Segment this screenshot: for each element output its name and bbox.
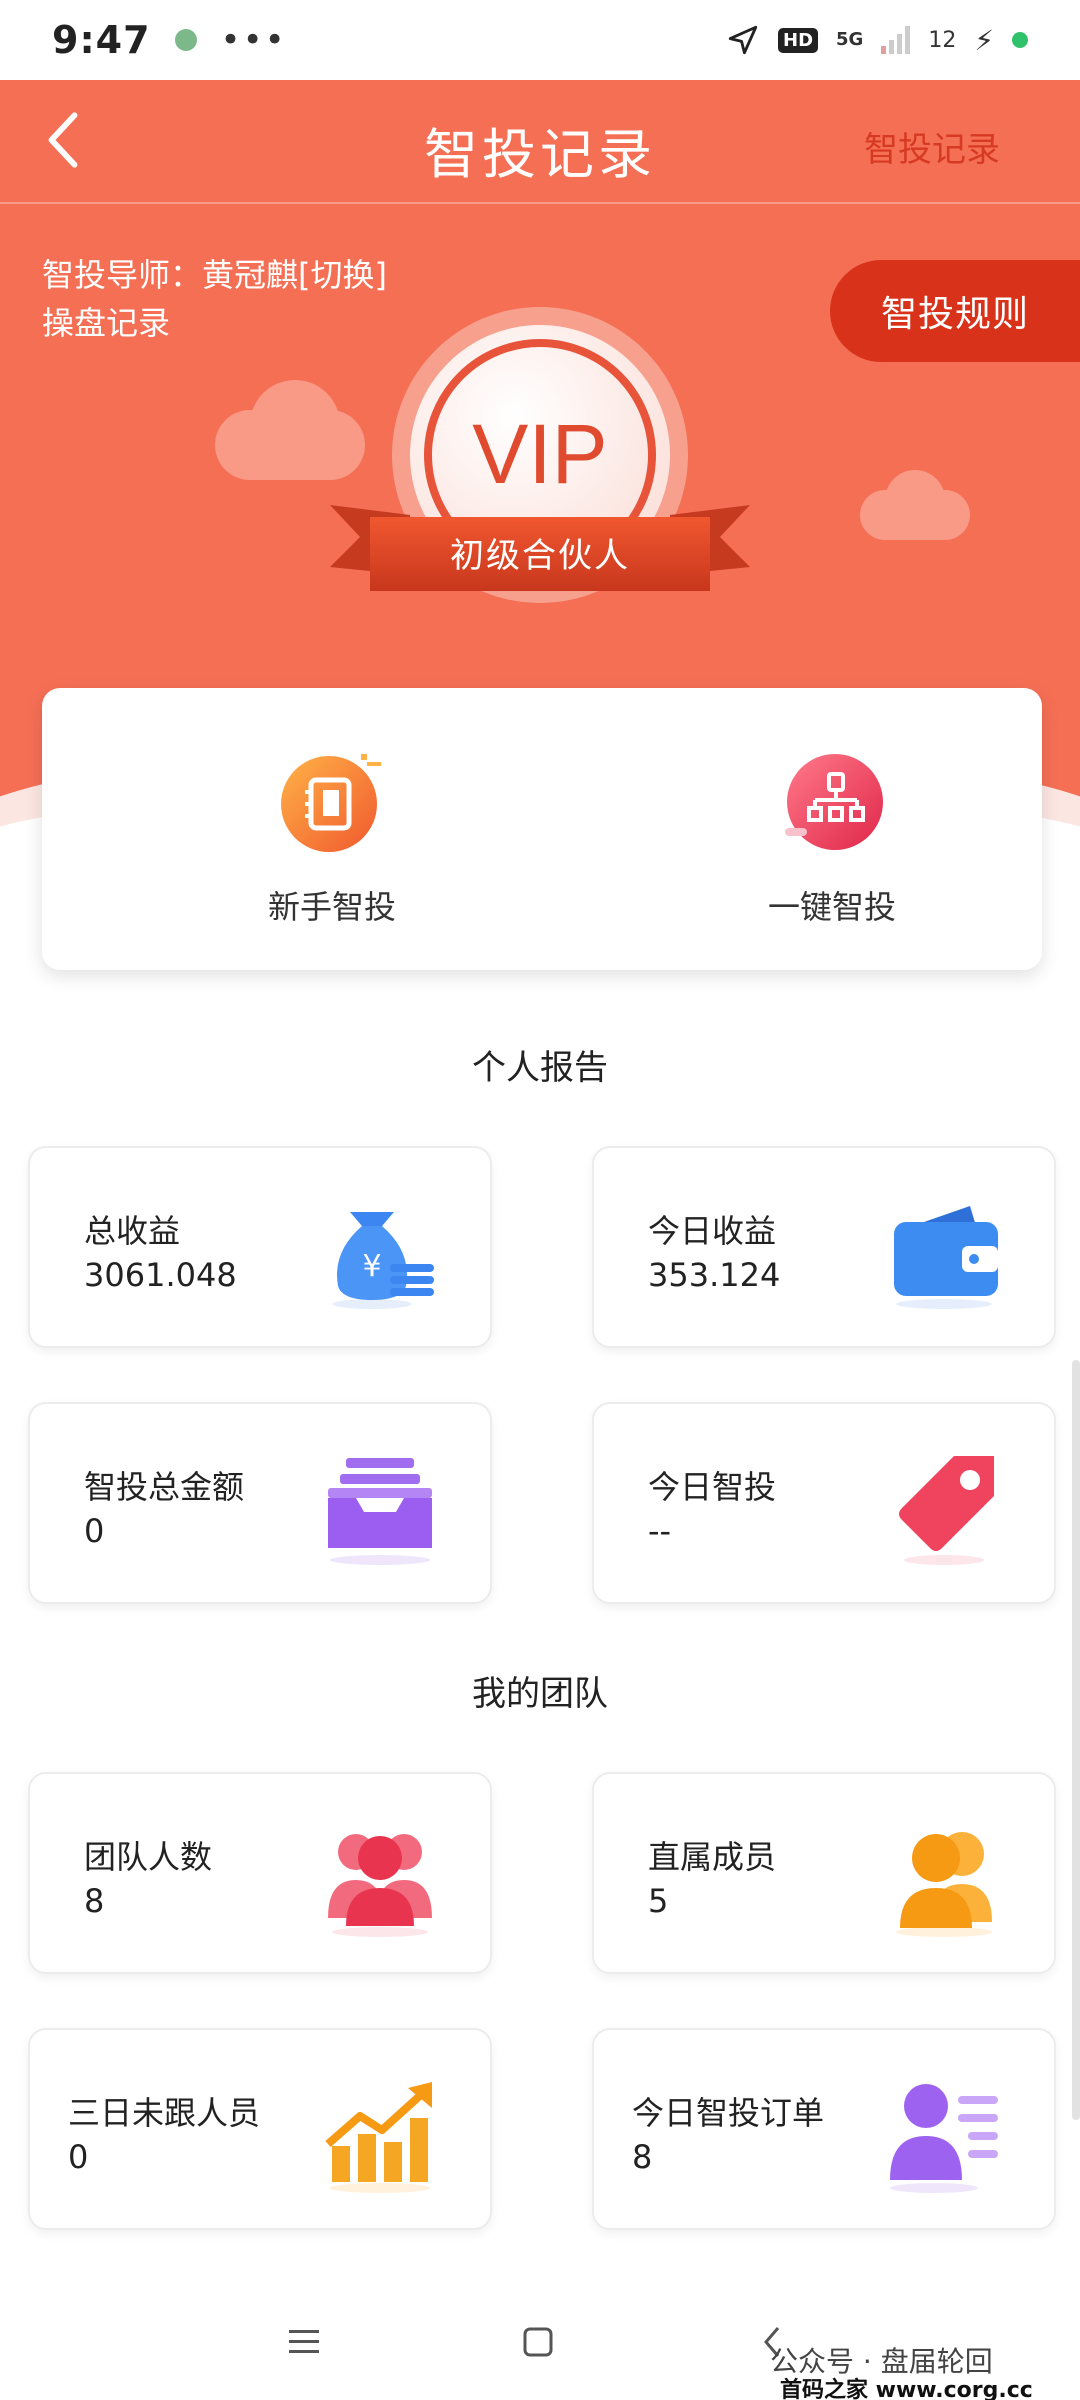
- price-tag-icon: [899, 1456, 994, 1565]
- team-people-icon: [328, 1834, 432, 1937]
- team-size-card[interactable]: 团队人数 8: [28, 1772, 492, 1974]
- menu-icon: [289, 2330, 319, 2353]
- active-dot-icon: [1012, 32, 1028, 48]
- direct-members-card[interactable]: 直属成员 5: [592, 1772, 1056, 1974]
- stat-value: --: [648, 1512, 672, 1550]
- total-invest-amount-card[interactable]: 智投总金额 0: [28, 1402, 492, 1604]
- personal-report-title: 个人报告: [472, 1048, 608, 1088]
- shield-icon: [174, 29, 197, 51]
- more-notifications-icon: •••: [220, 20, 287, 60]
- today-invest-card[interactable]: 今日智投 --: [592, 1402, 1056, 1604]
- signal-icon: [881, 26, 911, 54]
- quick-actions-card: 新手智投 一键智投: [42, 688, 1042, 970]
- status-time: 9:47: [52, 18, 151, 62]
- stat-value: 8: [632, 2138, 653, 2176]
- stat-label: 总收益: [84, 1212, 181, 1250]
- network-type: 5G: [836, 29, 864, 50]
- trading-record-link[interactable]: 操盘记录: [42, 298, 170, 344]
- stat-value: 353.124: [648, 1256, 781, 1294]
- user-list-icon: [890, 2084, 998, 2193]
- inactive-3day-card[interactable]: 三日未跟人员 0: [28, 2028, 492, 2230]
- top-bar: 智投记录 智投记录: [0, 80, 1080, 204]
- stat-label: 团队人数: [84, 1838, 213, 1876]
- status-bar: 9:47 ••• HD 5G 12 ⚡: [0, 0, 1080, 80]
- stat-value: 0: [68, 2138, 89, 2176]
- vip-level-label: 初级合伙人: [450, 536, 630, 576]
- stat-label: 三日未跟人员: [68, 2094, 261, 2132]
- org-chart-icon: [785, 754, 883, 850]
- stat-label: 今日收益: [648, 1212, 777, 1250]
- menu-button[interactable]: [274, 2312, 334, 2372]
- stat-label: 今日智投订单: [632, 2094, 825, 2132]
- stat-label: 直属成员: [648, 1838, 777, 1876]
- square-home-icon: [523, 2327, 553, 2357]
- hd-badge: HD: [778, 27, 819, 53]
- my-team-title: 我的团队: [472, 1674, 608, 1714]
- rules-button[interactable]: 智投规则: [830, 260, 1080, 362]
- money-bag-icon: ¥: [332, 1212, 434, 1309]
- stat-value: 3061.048: [84, 1256, 237, 1294]
- battery-level: 12: [928, 27, 957, 53]
- stat-value: 0: [84, 1512, 105, 1550]
- home-button[interactable]: [508, 2312, 568, 2372]
- wallet-icon: [894, 1206, 998, 1309]
- vip-badge-icon: VIP: [330, 307, 750, 603]
- watermark-site: 首码之家 www.corg.cc: [780, 2378, 1033, 2400]
- total-earnings-card[interactable]: 总收益 3061.048 ¥: [28, 1146, 492, 1348]
- one-click-invest-button[interactable]: 一键智投: [682, 746, 982, 928]
- inbox-tray-icon: [328, 1458, 432, 1565]
- status-indicators: HD 5G 12 ⚡: [726, 23, 1028, 57]
- today-orders-card[interactable]: 今日智投订单 8: [592, 2028, 1056, 2230]
- cloud-decoration: [885, 470, 945, 530]
- svg-text:VIP: VIP: [472, 407, 607, 501]
- one-click-invest-label: 一键智投: [767, 888, 896, 926]
- cloud-decoration: [250, 380, 340, 470]
- records-link[interactable]: 智投记录: [864, 122, 1000, 171]
- charging-icon: ⚡: [974, 23, 994, 57]
- stat-label: 今日智投: [648, 1468, 777, 1506]
- stat-value: 5: [648, 1882, 669, 1920]
- stat-value: 8: [84, 1882, 105, 1920]
- mentor-switch[interactable]: 智投导师：黄冠麒[切换]: [42, 250, 387, 296]
- members-icon: [896, 1832, 992, 1937]
- today-earnings-card[interactable]: 今日收益 353.124: [592, 1146, 1056, 1348]
- svg-text:¥: ¥: [362, 1249, 381, 1284]
- scrollbar[interactable]: [1072, 1360, 1080, 2120]
- location-arrow-icon: [728, 25, 758, 55]
- growth-chart-icon: [325, 2082, 432, 2193]
- stat-label: 智投总金额: [84, 1468, 245, 1506]
- novice-invest-button[interactable]: 新手智投: [182, 746, 482, 928]
- novice-invest-label: 新手智投: [267, 888, 396, 926]
- notebook-icon: [281, 754, 381, 852]
